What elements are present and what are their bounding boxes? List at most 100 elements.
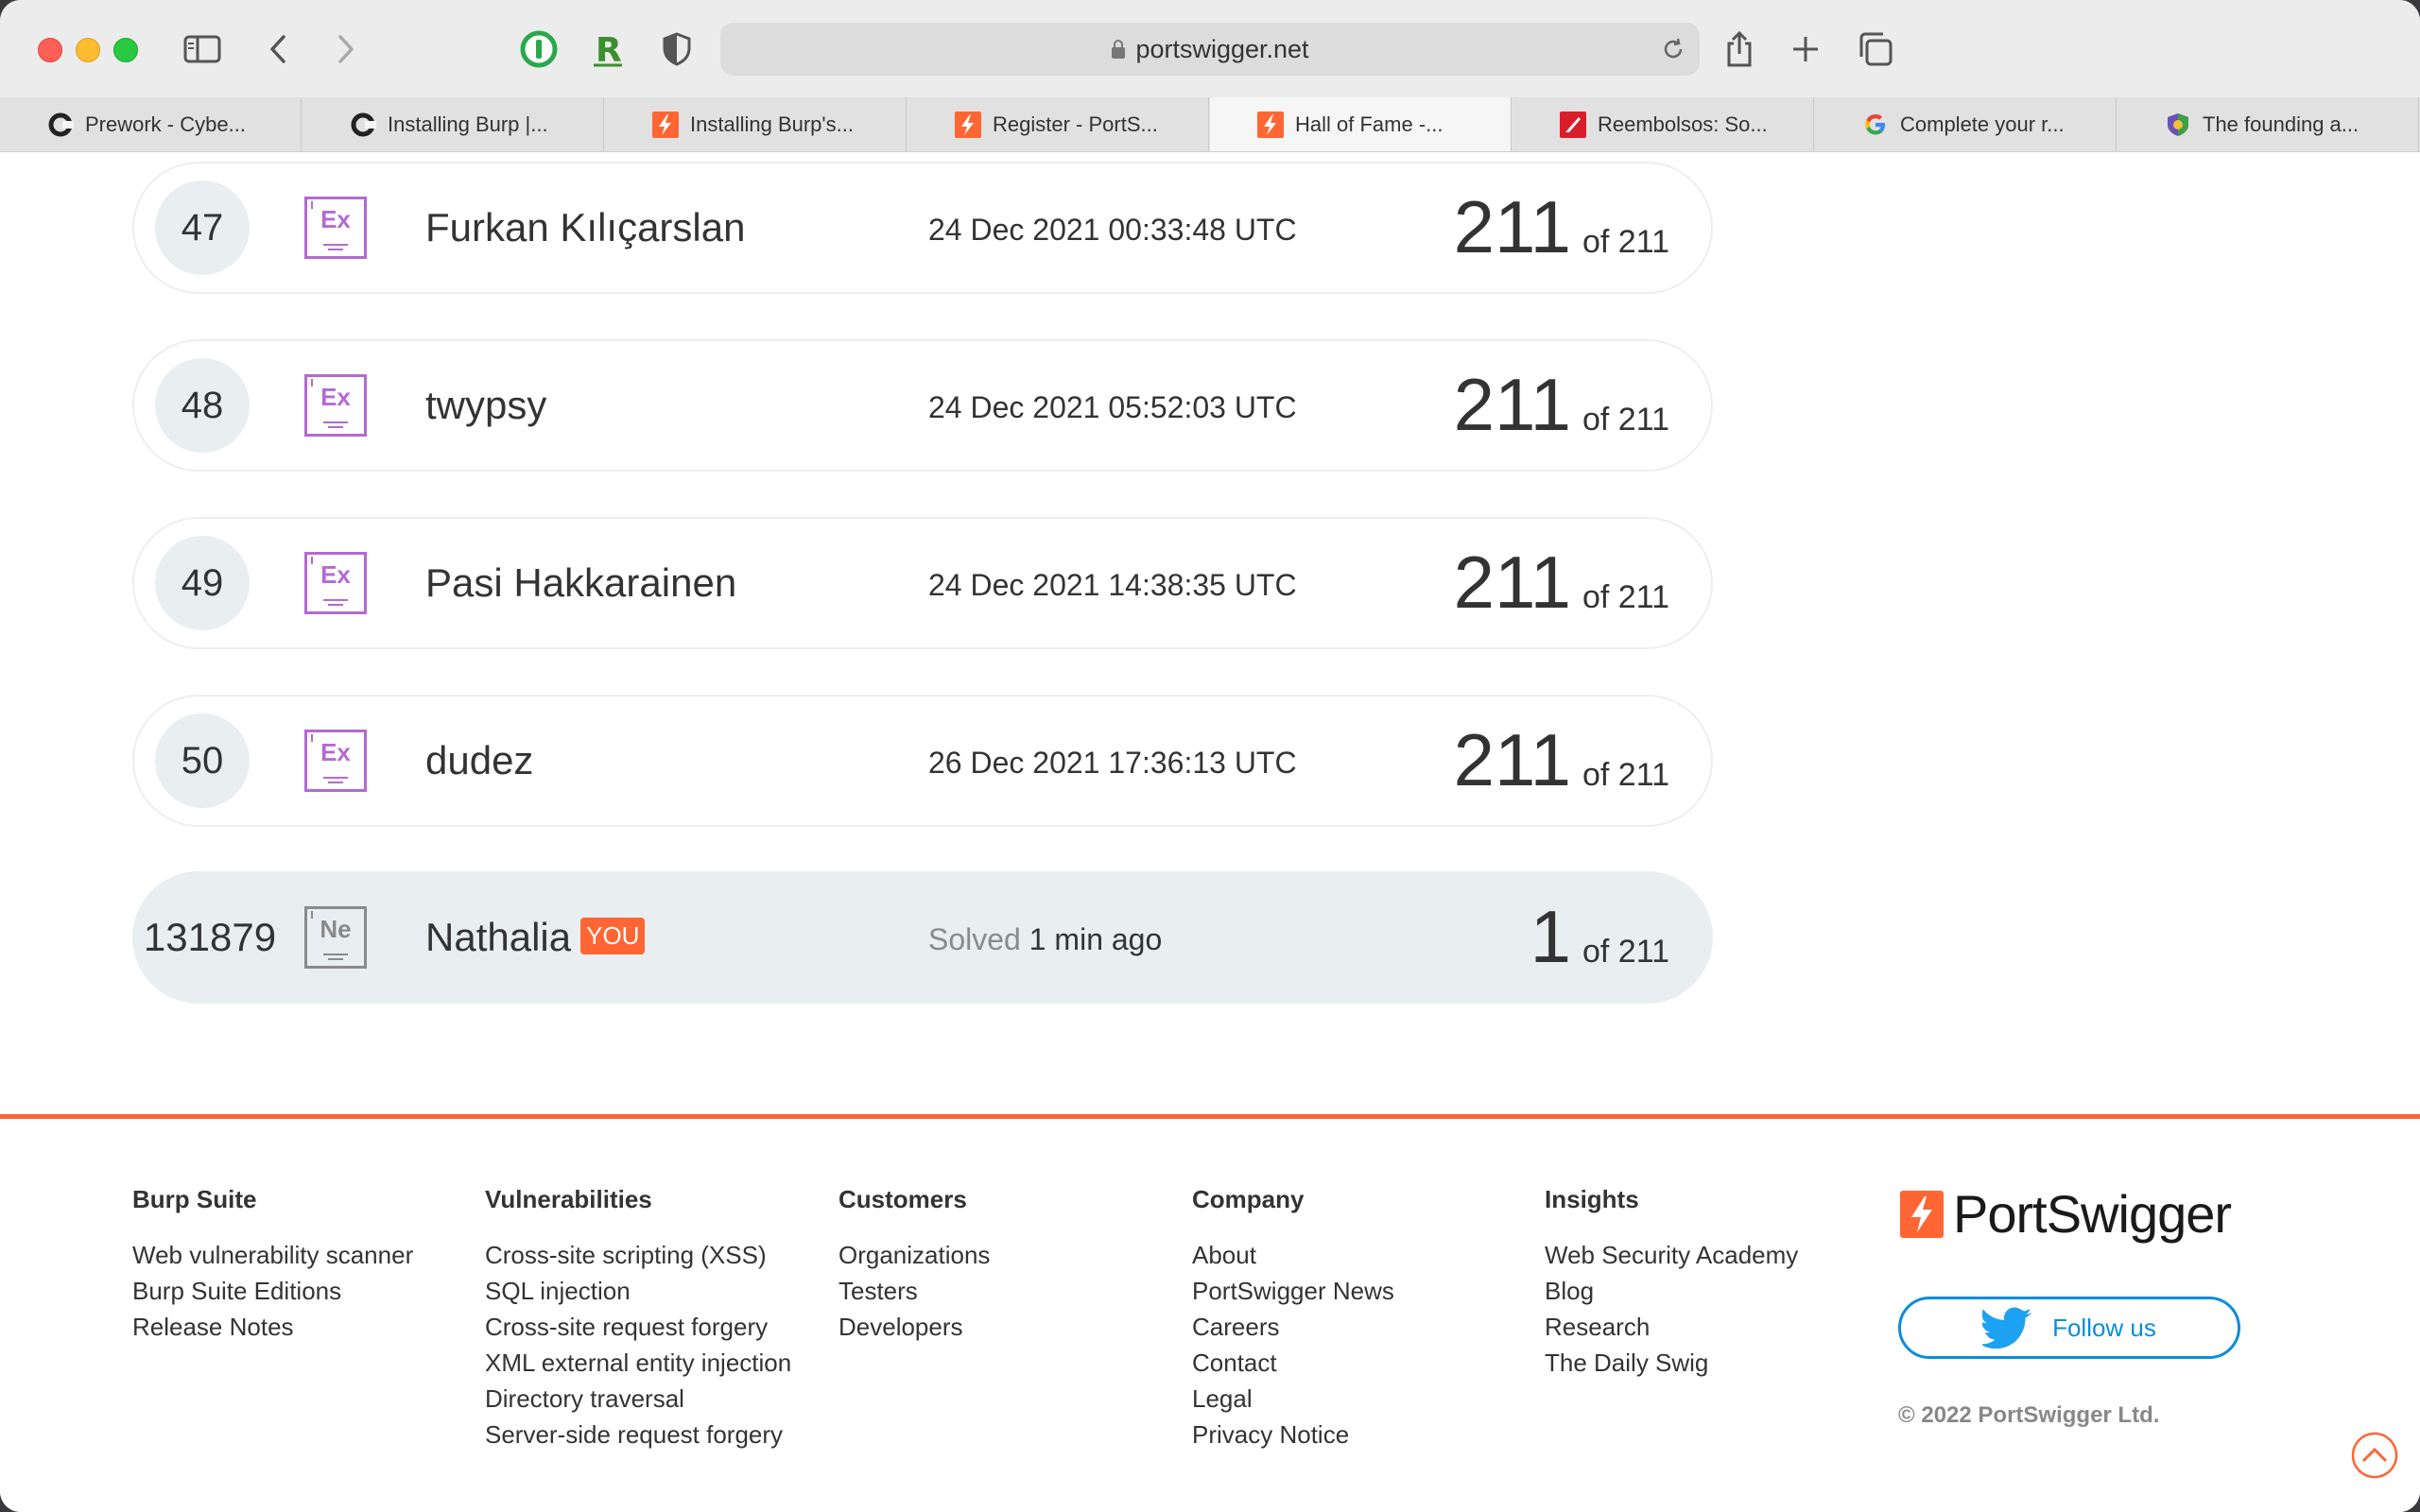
level-badge-icon: Ex: [304, 374, 367, 437]
hall-of-fame-page: 47 Ex Furkan Kılıçarslan 24 Dec 2021 00:33:…: [0, 152, 2420, 1512]
level-badge-icon: Ne: [304, 906, 367, 969]
level-badge-icon: Ex: [304, 730, 367, 792]
back-icon[interactable]: [257, 28, 299, 70]
footer-link[interactable]: XML external entity injection: [485, 1345, 791, 1381]
rank-number: 131879: [143, 915, 277, 959]
tab-title: Reembolsos: So...: [1598, 112, 1768, 136]
solved-label: Solved: [928, 922, 1021, 956]
follow-us-button[interactable]: Follow us: [1898, 1297, 2240, 1359]
reload-icon[interactable]: [1660, 36, 1686, 67]
footer-link[interactable]: Testers: [838, 1273, 990, 1309]
footer-link[interactable]: Burp Suite Editions: [132, 1273, 413, 1309]
site-footer: Burp Suite Web vulnerability scanner Burp …: [0, 1114, 2420, 1512]
footer-link[interactable]: SQL injection: [485, 1273, 791, 1309]
browser-tab[interactable]: Prework - Cybe...: [0, 97, 302, 151]
browser-toolbar: R portswigger.net: [0, 0, 2420, 98]
tab-title: Prework - Cybe...: [85, 112, 246, 136]
password-manager-icon[interactable]: [518, 28, 560, 70]
footer-link[interactable]: Web vulnerability scanner: [132, 1237, 413, 1273]
tab-title: The founding a...: [2203, 112, 2360, 136]
footer-link[interactable]: Careers: [1192, 1309, 1394, 1345]
solved-time-value: 1 min ago: [1028, 922, 1163, 956]
brand-name: PortSwigger: [1953, 1184, 2232, 1244]
privacy-shield-icon[interactable]: [656, 28, 698, 70]
tab-title: Complete your r...: [1900, 112, 2065, 136]
lock-icon: [1112, 40, 1126, 59]
zoom-window-button[interactable]: [113, 38, 138, 62]
footer-link[interactable]: Server-side request forgery: [485, 1417, 791, 1452]
browser-tab[interactable]: Installing Burp's...: [605, 97, 907, 151]
follow-us-label: Follow us: [2052, 1313, 2156, 1342]
url-text: portswigger.net: [1135, 34, 1309, 63]
close-window-button[interactable]: [38, 38, 62, 62]
solved-time: 26 Dec 2021 17:36:13 UTC: [928, 746, 1297, 780]
leaderboard-row: 49 Ex Pasi Hakkarainen 24 Dec 2021 14:38:35…: [132, 517, 1713, 649]
footer-link[interactable]: PortSwigger News: [1192, 1273, 1394, 1309]
browser-window: R portswigger.net Prework - Cybe... Insta…: [0, 0, 2420, 1512]
portswigger-logo[interactable]: PortSwigger: [1900, 1183, 2232, 1245]
new-tab-icon[interactable]: [1785, 28, 1826, 70]
footer-link[interactable]: Contact: [1192, 1345, 1394, 1381]
level-badge-icon: Ex: [304, 197, 367, 259]
footer-link[interactable]: About: [1192, 1237, 1394, 1273]
footer-link[interactable]: Blog: [1545, 1273, 1798, 1309]
footer-heading: Customers: [838, 1185, 967, 1213]
score-value: 211: [1453, 718, 1571, 801]
score: 211 of 211: [1454, 184, 1669, 270]
footer-heading: Company: [1192, 1185, 1305, 1213]
score-total: of 211: [1582, 224, 1669, 260]
footer-link[interactable]: Web Security Academy: [1545, 1237, 1798, 1273]
portswigger-logo-icon: [1900, 1190, 1944, 1238]
address-bar[interactable]: portswigger.net: [720, 23, 1700, 76]
browser-tab-active[interactable]: Hall of Fame -...: [1210, 97, 1512, 151]
level-badge-icon: Ex: [304, 552, 367, 614]
solved-time: Solved 1 min ago: [928, 922, 1162, 957]
rank-number: 49: [155, 536, 250, 630]
tab-title: Hall of Fame -...: [1295, 112, 1443, 136]
score-value: 211: [1453, 541, 1571, 624]
tab-bar: Prework - Cybe... Installing Burp |... Ins…: [0, 97, 2420, 152]
footer-link[interactable]: Release Notes: [132, 1309, 413, 1345]
user-name: Nathalia YOU: [425, 915, 646, 960]
leaderboard-row: 48 Ex twypsy 24 Dec 2021 05:52:03 UTC 211 of …: [132, 339, 1713, 472]
score-value: 211: [1453, 363, 1571, 446]
footer-link[interactable]: Research: [1545, 1309, 1798, 1345]
browser-tab[interactable]: Register - PortS...: [908, 97, 1209, 151]
leaderboard-row-you: 131879 Ne Nathalia YOU Solved 1 min ago 1…: [132, 871, 1713, 1004]
scroll-to-top-icon[interactable]: [2350, 1431, 2399, 1485]
footer-column: Burp Suite Web vulnerability scanner Burp …: [132, 1185, 413, 1345]
footer-column: Vulnerabilities Cross-site scripting (XSS…: [485, 1185, 791, 1452]
footer-link[interactable]: Organizations: [838, 1237, 990, 1273]
footer-link[interactable]: Directory traversal: [485, 1381, 791, 1417]
footer-link[interactable]: The Daily Swig: [1545, 1345, 1798, 1381]
footer-link[interactable]: Developers: [838, 1309, 990, 1345]
footer-link[interactable]: Cross-site request forgery: [485, 1309, 791, 1345]
browser-tab[interactable]: Installing Burp |...: [302, 97, 604, 151]
share-icon[interactable]: [1719, 28, 1760, 70]
footer-heading: Vulnerabilities: [485, 1185, 652, 1213]
rank-number: 47: [155, 180, 250, 275]
footer-link[interactable]: Legal: [1192, 1381, 1394, 1417]
rank-number: 50: [155, 713, 250, 808]
rank-number: 48: [155, 358, 250, 453]
reader-extension-icon[interactable]: R: [588, 28, 630, 70]
you-badge: YOU: [580, 918, 646, 955]
browser-tab[interactable]: Reembolsos: So...: [1512, 97, 1814, 151]
user-name-text: Nathalia: [425, 915, 572, 959]
browser-tab[interactable]: Complete your r...: [1815, 97, 2117, 151]
footer-heading: Burp Suite: [132, 1185, 257, 1213]
footer-link[interactable]: Cross-site scripting (XSS): [485, 1237, 791, 1273]
twitter-icon: [1982, 1307, 2032, 1349]
browser-tab[interactable]: The founding a...: [2118, 97, 2419, 151]
minimize-window-button[interactable]: [76, 38, 100, 62]
tab-overview-icon[interactable]: [1855, 28, 1896, 70]
footer-link[interactable]: Privacy Notice: [1192, 1417, 1394, 1452]
tab-title: Register - PortS...: [993, 112, 1158, 136]
copyright: © 2022 PortSwigger Ltd.: [1898, 1402, 2160, 1428]
forward-icon[interactable]: [325, 28, 367, 70]
sidebar-toggle-icon[interactable]: [182, 28, 223, 70]
footer-column: Company About PortSwigger News Careers Conta…: [1192, 1185, 1394, 1452]
svg-text:R: R: [596, 31, 622, 68]
user-name: twypsy: [425, 383, 547, 427]
solved-time: 24 Dec 2021 14:38:35 UTC: [928, 568, 1297, 602]
